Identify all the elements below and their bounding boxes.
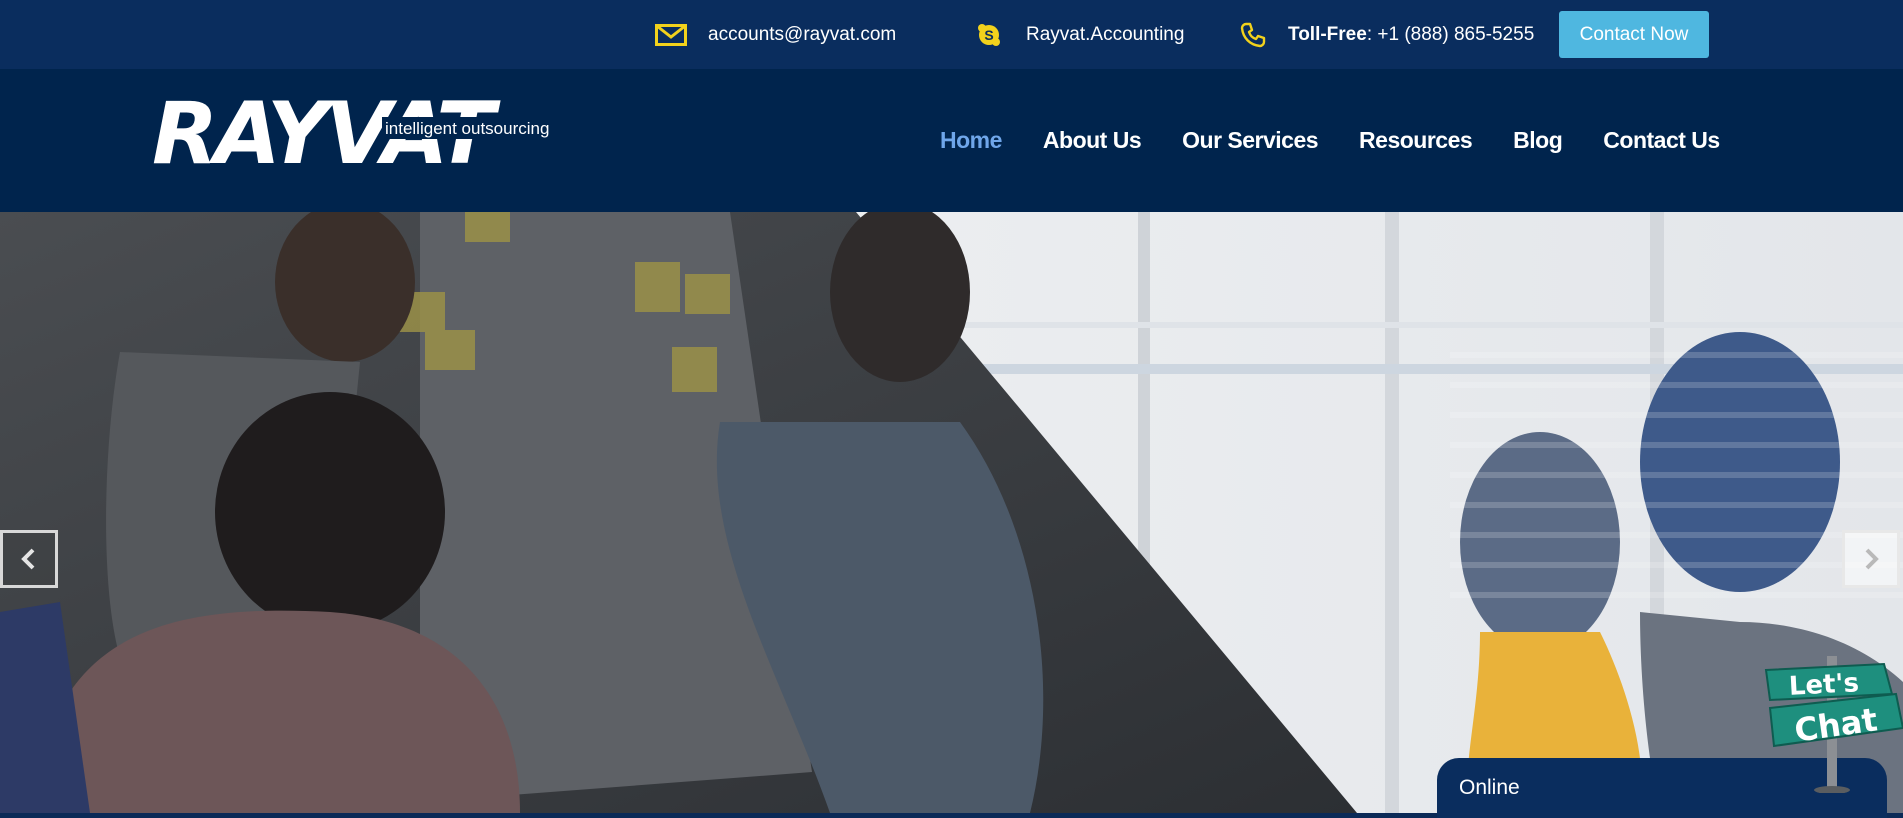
hero-image [0,212,1903,813]
nav-item-about-us[interactable]: About Us [1043,127,1142,154]
phone-number[interactable]: : +1 (888) 865-5255 [1367,24,1534,46]
main-header: RAYVAT intelligent outsourcing Home About… [0,69,1903,212]
nav-item-contact-us[interactable]: Contact Us [1603,127,1720,154]
tollfree-label: Toll-Free [1288,23,1367,45]
svg-text:Let's: Let's [1788,668,1860,702]
contact-now-button[interactable]: Contact Now [1559,11,1709,58]
lets-chat-sign[interactable]: Let's Chat [1764,656,1903,794]
phone-icon [1236,22,1270,48]
chat-status: Online [1459,776,1520,799]
svg-text:S: S [984,27,993,43]
top-contact-bar: accounts@rayvat.com S Rayvat.Accounting … [0,0,1903,69]
nav-item-our-services[interactable]: Our Services [1182,127,1318,154]
email-text[interactable]: accounts@rayvat.com [708,24,896,46]
chevron-left-icon [21,548,35,570]
chevron-right-icon [1865,548,1879,570]
email-contact[interactable]: accounts@rayvat.com [654,0,896,69]
slider-next-button[interactable] [1842,530,1900,588]
nav-item-home[interactable]: Home [940,127,1002,154]
envelope-icon [654,22,688,48]
skype-contact[interactable]: S Rayvat.Accounting [972,0,1184,69]
svg-text:intelligent outsourcing: intelligent outsourcing [385,119,549,138]
skype-text[interactable]: Rayvat.Accounting [1026,24,1184,46]
main-navigation: Home About Us Our Services Resources Blog Con… [940,69,1903,212]
slider-prev-button[interactable] [0,530,58,588]
nav-item-resources[interactable]: Resources [1359,127,1473,154]
hero-slider [0,212,1903,813]
phone-contact[interactable]: Toll-Free : +1 (888) 865-5255 [1236,0,1534,69]
rayvat-logo[interactable]: RAYVAT intelligent outsourcing [152,84,572,184]
skype-icon: S [972,22,1006,48]
nav-item-blog[interactable]: Blog [1513,127,1563,154]
